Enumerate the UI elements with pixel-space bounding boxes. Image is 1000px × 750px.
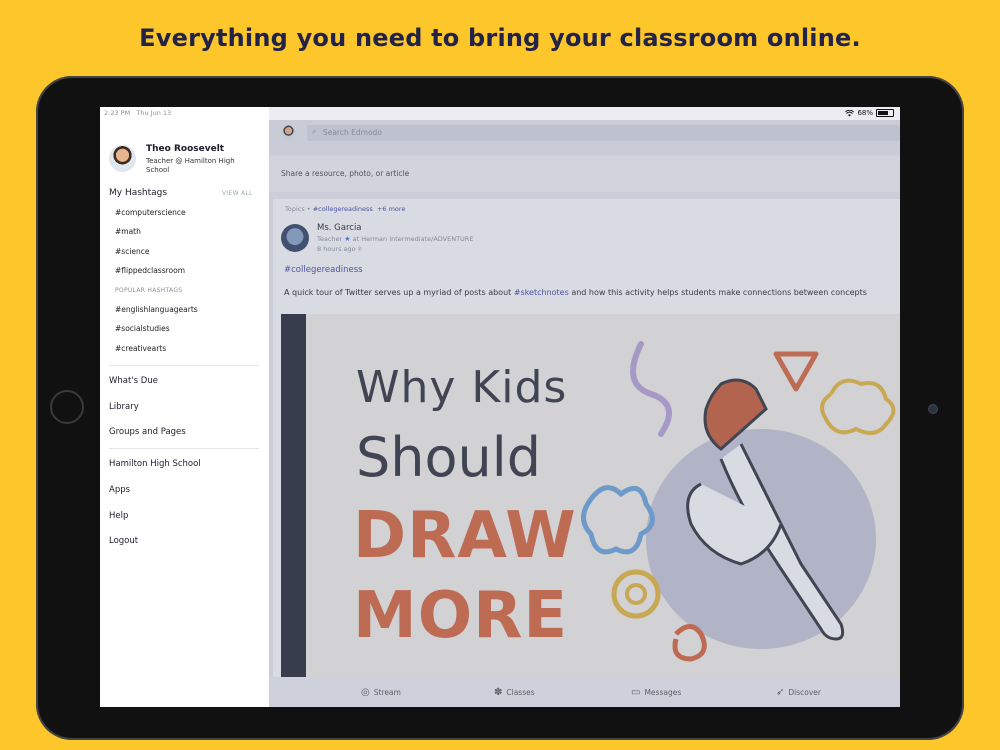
topic-link[interactable]: #collegereadiness <box>313 205 373 213</box>
popular-hashtags-title: POPULAR HASHTAGS <box>115 287 183 294</box>
divider <box>109 448 259 449</box>
my-hashtags-title: My Hashtags <box>109 188 168 198</box>
status-bar: 2:23 PM Thu Jun 13 68% <box>100 107 900 120</box>
share-placeholder: Share a resource, photo, or article <box>281 169 410 178</box>
nav-library[interactable]: Library <box>109 402 139 412</box>
discover-rocket-icon: ➶ <box>776 687 785 698</box>
battery-icon <box>876 109 894 117</box>
hashtag-item[interactable]: #computerscience <box>115 208 186 217</box>
profile-role: Teacher @ Hamilton High School <box>146 157 235 174</box>
battery-percent: 68% <box>857 109 873 117</box>
bottom-tab-bar: ◎ Stream ✽ Classes ▭ Messages ➶ Discover <box>269 677 900 707</box>
sketchnotes-link[interactable]: #sketchnotes <box>514 288 569 297</box>
post-text: A quick tour of Twitter serves up a myri… <box>284 288 867 297</box>
user-avatar-small[interactable] <box>281 125 296 140</box>
tab-messages[interactable]: ▭ Messages <box>631 687 681 698</box>
popular-hashtag-item[interactable]: #socialstudies <box>115 324 170 333</box>
tab-classes[interactable]: ✽ Classes <box>494 687 535 698</box>
divider <box>109 365 259 366</box>
audience-icon: ⌾ <box>357 245 362 253</box>
image-text-line-2: Should <box>356 426 542 489</box>
post-image[interactable]: Why Kids Should DRAW MORE <box>281 314 900 679</box>
nav-groups-and-pages[interactable]: Groups and Pages <box>109 427 186 437</box>
stream-icon: ◎ <box>361 687 370 698</box>
status-time: 2:23 PM <box>104 109 131 117</box>
status-date: Thu Jun 13 <box>136 109 172 117</box>
popular-hashtag-item[interactable]: #creativearts <box>115 344 166 353</box>
main-feed: ⌕ Search Edmodo Share a resource, photo,… <box>269 107 900 707</box>
wifi-icon <box>845 109 855 116</box>
image-text-line-3: DRAW <box>353 499 577 573</box>
sidebar: Theo Roosevelt Teacher @ Hamilton High S… <box>100 107 269 707</box>
post-card: Topics • #collegereadiness +6 more Ms. G… <box>273 199 900 679</box>
messages-icon: ▭ <box>631 687 641 698</box>
classes-icon: ✽ <box>494 687 503 698</box>
nav-logout[interactable]: Logout <box>109 536 138 546</box>
author-role: Teacher ★ at Herman Intermediate/ADVENTU… <box>317 235 474 243</box>
post-topics: Topics • #collegereadiness +6 more <box>285 205 406 213</box>
search-input[interactable]: ⌕ Search Edmodo <box>307 125 900 141</box>
profile-avatar[interactable] <box>109 145 136 172</box>
hand-drawing-marker-illustration <box>581 341 896 662</box>
nav-apps[interactable]: Apps <box>109 485 130 495</box>
search-icon: ⌕ <box>312 127 317 136</box>
search-placeholder: Search Edmodo <box>323 128 382 137</box>
hashtag-item[interactable]: #science <box>115 247 150 256</box>
nav-help[interactable]: Help <box>109 511 128 521</box>
hashtag-item[interactable]: #flippedclassroom <box>115 266 185 275</box>
app-screen: 2:23 PM Thu Jun 13 68% ⌕ Search Edmodo S… <box>100 107 900 707</box>
author-name[interactable]: Ms. Garcia <box>317 223 362 233</box>
tab-discover[interactable]: ➶ Discover <box>776 687 821 698</box>
share-composer[interactable]: Share a resource, photo, or article <box>269 156 900 192</box>
more-topics-link[interactable]: +6 more <box>377 205 406 213</box>
author-avatar[interactable] <box>281 224 309 252</box>
headline: Everything you need to bring your classr… <box>139 24 861 52</box>
home-button[interactable] <box>50 390 84 424</box>
view-all-link[interactable]: VIEW ALL <box>222 190 253 197</box>
post-hashtag[interactable]: #collegereadiness <box>284 265 363 275</box>
image-text-line-4: MORE <box>353 579 569 653</box>
hashtag-item[interactable]: #math <box>115 227 141 236</box>
verified-star-icon: ★ <box>344 235 351 243</box>
camera-icon <box>928 404 938 414</box>
popular-hashtag-item[interactable]: #englishlanguagearts <box>115 305 198 314</box>
nav-whats-due[interactable]: What's Due <box>109 376 158 386</box>
image-text-line-1: Why Kids <box>356 362 568 413</box>
nav-school[interactable]: Hamilton High School <box>109 459 201 469</box>
tab-stream[interactable]: ◎ Stream <box>361 687 401 698</box>
profile-name[interactable]: Theo Roosevelt <box>146 144 224 154</box>
post-time: 8 hours ago ⌾ <box>317 245 362 253</box>
